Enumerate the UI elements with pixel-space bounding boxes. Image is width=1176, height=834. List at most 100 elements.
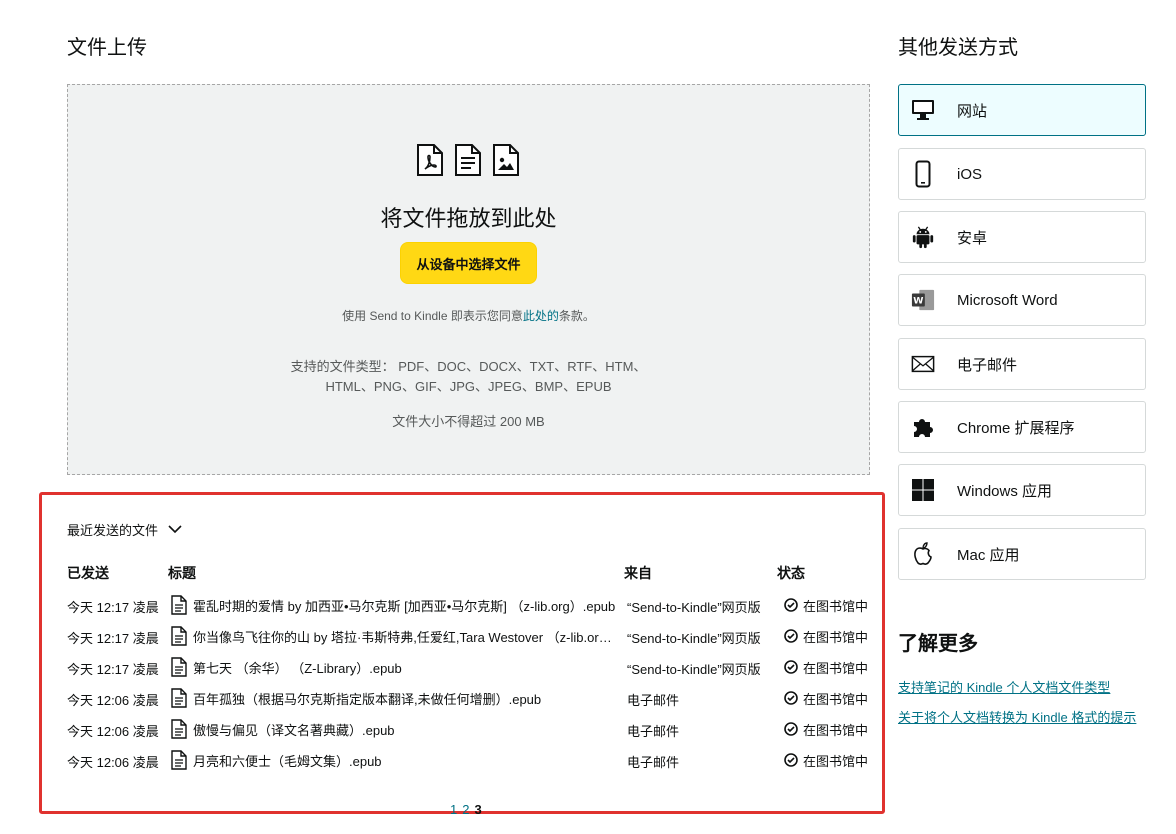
method-ios[interactable]: iOS (898, 148, 1146, 200)
supported-types-line2: HTML、PNG、GIF、JPG、JPEG、BMP、EPUB (325, 379, 612, 394)
status-badge: 在图书馆中 (784, 686, 868, 710)
envelope-icon (911, 351, 935, 377)
file-drop-zone[interactable]: 将文件拖放到此处 从设备中选择文件 使用 Send to Kindle 即表示您… (67, 84, 870, 475)
supported-types-line1: 支持的文件类型： PDF、DOC、DOCX、TXT、RTF、HTM、 (290, 359, 647, 374)
file-title[interactable]: 霍乱时期的爱情 by 加西亚•马尔克斯 [加西亚•马尔克斯] （z-lib.or… (170, 593, 620, 617)
status-text: 在图书馆中 (803, 660, 869, 676)
word-icon: W (911, 287, 935, 313)
image-file-icon (492, 143, 520, 177)
status-text: 在图书馆中 (803, 722, 869, 738)
chevron-down-icon (168, 522, 182, 537)
header-title: 标题 (168, 565, 196, 581)
method-label: 网站 (957, 102, 988, 120)
status-text: 在图书馆中 (803, 753, 869, 769)
table-row[interactable]: 今天 12:06 凌晨 月亮和六便士（毛姆文集）.epub 电子邮件 在图书馆中 (42, 748, 882, 772)
file-title[interactable]: 月亮和六便士（毛姆文集）.epub (170, 748, 620, 772)
file-title-text: 月亮和六便士（毛姆文集）.epub (193, 753, 382, 769)
method-label: Microsoft Word (957, 291, 1058, 309)
source: 电子邮件 (627, 693, 680, 708)
terms-notice: 使用 Send to Kindle 即表示您同意此处的条款。 (68, 307, 869, 324)
file-title-text: 百年孤独（根据马尔克斯指定版本翻译,未做任何增删）.epub (193, 691, 542, 707)
file-type-icons (416, 143, 520, 177)
apple-icon (911, 541, 935, 567)
source: “Send-to-Kindle”网页版 (627, 600, 761, 615)
method-mac[interactable]: Mac 应用 (898, 528, 1146, 580)
table-row[interactable]: 今天 12:17 凌晨 霍乱时期的爱情 by 加西亚•马尔克斯 [加西亚•马尔克斯… (42, 593, 882, 617)
method-label: Windows 应用 (957, 482, 1053, 500)
terms-link[interactable]: 此处的 (523, 309, 559, 323)
method-label: 电子邮件 (957, 356, 1018, 374)
header-from: 来自 (624, 565, 652, 581)
sent-time: 今天 12:06 凌晨 (67, 724, 159, 739)
other-methods-title: 其他发送方式 (898, 37, 1018, 59)
pdf-file-icon (416, 143, 444, 177)
svg-text:W: W (913, 296, 923, 307)
page-2-link[interactable]: 2 (462, 802, 469, 817)
windows-icon (911, 477, 935, 503)
status-badge: 在图书馆中 (784, 748, 868, 772)
phone-icon (911, 160, 935, 188)
puzzle-icon (911, 414, 935, 440)
method-email[interactable]: 电子邮件 (898, 338, 1146, 390)
check-circle-icon (784, 691, 798, 705)
source: 电子邮件 (627, 724, 680, 739)
choose-file-button[interactable]: 从设备中选择文件 (400, 242, 537, 284)
file-title-text: 你当像鸟飞往你的山 by 塔拉·韦斯特弗,任爱红,Tara Westover （… (193, 629, 618, 645)
file-title-text: 第七天 （余华） （Z-Library）.epub (193, 660, 402, 676)
recent-files-label: 最近发送的文件 (67, 523, 159, 538)
table-row[interactable]: 今天 12:06 凌晨 傲慢与偏见（译文名著典藏）.epub 电子邮件 在图书馆中 (42, 717, 882, 741)
sent-time: 今天 12:17 凌晨 (67, 631, 159, 646)
source: 电子邮件 (627, 755, 680, 770)
method-android[interactable]: 安卓 (898, 211, 1146, 263)
method-word[interactable]: W Microsoft Word (898, 274, 1146, 326)
document-icon (171, 595, 187, 615)
file-title[interactable]: 傲慢与偏见（译文名著典藏）.epub (170, 717, 620, 741)
document-icon (171, 719, 187, 739)
status-text: 在图书馆中 (803, 691, 869, 707)
source: “Send-to-Kindle”网页版 (627, 631, 761, 646)
table-row[interactable]: 今天 12:17 凌晨 第七天 （余华） （Z-Library）.epub “Sen… (42, 655, 882, 679)
learn-link-conversion-tips[interactable]: 关于将个人文档转换为 Kindle 格式的提示 (898, 708, 1138, 728)
learn-link-file-types[interactable]: 支持笔记的 Kindle 个人文档文件类型 (898, 678, 1138, 698)
monitor-icon (911, 97, 935, 123)
status-text: 在图书馆中 (803, 598, 869, 614)
sent-time: 今天 12:17 凌晨 (67, 600, 159, 615)
source: “Send-to-Kindle”网页版 (627, 662, 761, 677)
learn-more-title: 了解更多 (898, 633, 978, 655)
file-title[interactable]: 第七天 （余华） （Z-Library）.epub (170, 655, 620, 679)
method-chrome[interactable]: Chrome 扩展程序 (898, 401, 1146, 453)
drop-heading: 将文件拖放到此处 (380, 206, 557, 231)
file-title[interactable]: 你当像鸟飞往你的山 by 塔拉·韦斯特弗,任爱红,Tara Westover （… (170, 624, 620, 648)
pagination: 1 2 3 (450, 802, 482, 817)
header-sent: 已发送 (67, 565, 109, 581)
table-row[interactable]: 今天 12:17 凌晨 你当像鸟飞往你的山 by 塔拉·韦斯特弗,任爱红,Tara… (42, 624, 882, 648)
status-badge: 在图书馆中 (784, 624, 868, 648)
sent-time: 今天 12:06 凌晨 (67, 755, 159, 770)
terms-suffix: 条款。 (558, 309, 595, 323)
file-title-text: 傲慢与偏见（译文名著典藏）.epub (193, 722, 395, 738)
method-windows[interactable]: Windows 应用 (898, 464, 1146, 516)
method-label: Mac 应用 (957, 546, 1020, 564)
terms-prefix: 使用 Send to Kindle 即表示您同意 (342, 309, 523, 323)
text-file-icon (454, 143, 482, 177)
header-status: 状态 (777, 565, 805, 581)
file-title-text: 霍乱时期的爱情 by 加西亚•马尔克斯 [加西亚•马尔克斯] （z-lib.or… (193, 598, 616, 614)
document-icon (171, 657, 187, 677)
page-3-current[interactable]: 3 (474, 802, 481, 817)
status-badge: 在图书馆中 (784, 655, 868, 679)
status-badge: 在图书馆中 (784, 717, 868, 741)
size-limit: 文件大小不得超过 200 MB (392, 414, 545, 429)
recent-files-toggle[interactable]: 最近发送的文件 (67, 520, 182, 539)
method-website[interactable]: 网站 (898, 84, 1146, 136)
check-circle-icon (784, 753, 798, 767)
page-1-link[interactable]: 1 (450, 802, 457, 817)
sent-time: 今天 12:17 凌晨 (67, 662, 159, 677)
method-label: iOS (957, 165, 983, 183)
file-title[interactable]: 百年孤独（根据马尔克斯指定版本翻译,未做任何增删）.epub (170, 686, 620, 710)
check-circle-icon (784, 629, 798, 643)
recent-files-panel: 最近发送的文件 已发送 标题 来自 状态 今天 12:17 凌晨 霍乱时期的爱情 … (39, 492, 885, 817)
android-icon (911, 224, 935, 250)
supported-types: 支持的文件类型： PDF、DOC、DOCX、TXT、RTF、HTM、 HTML、… (68, 357, 869, 397)
table-row[interactable]: 今天 12:06 凌晨 百年孤独（根据马尔克斯指定版本翻译,未做任何增删）.epu… (42, 686, 882, 710)
check-circle-icon (784, 722, 798, 736)
